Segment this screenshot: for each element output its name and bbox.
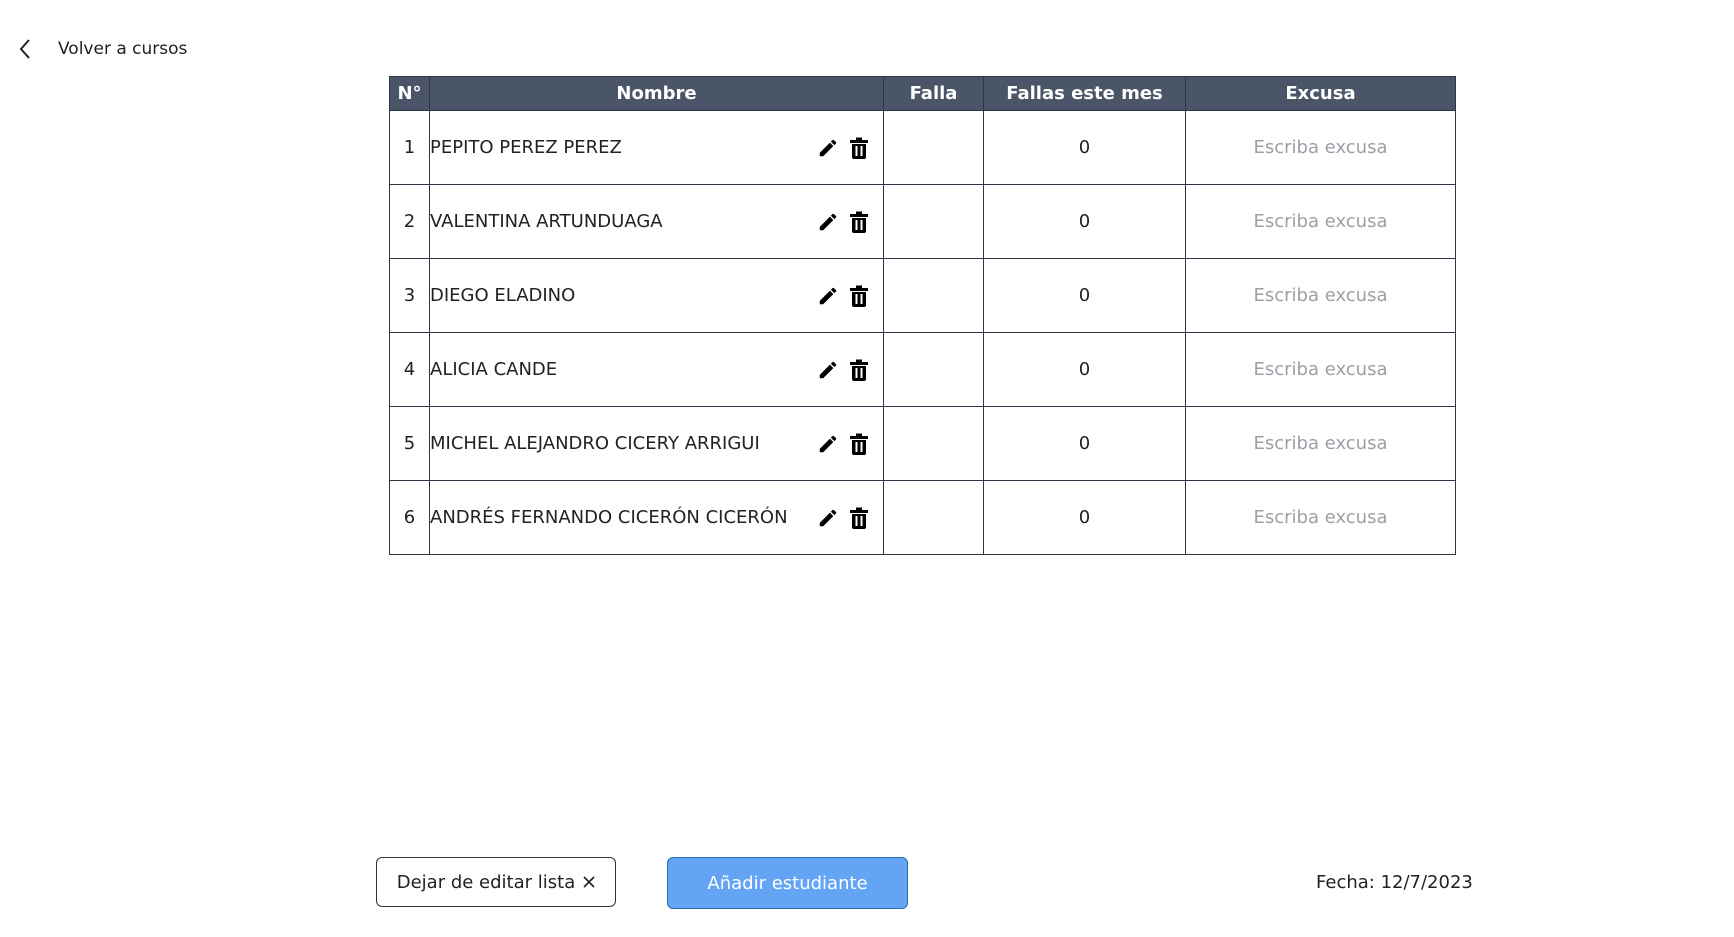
fallas-mes-value: 0: [983, 480, 1186, 555]
excuse-cell: [1185, 480, 1456, 555]
excuse-cell: [1185, 406, 1456, 481]
student-name: PEPITO PEREZ PEREZ: [430, 137, 622, 158]
table-row: 6 ANDRÉS FERNANDO CICERÓN CICERÓN 0: [389, 480, 1456, 555]
stop-editing-list-button[interactable]: Dejar de editar lista: [376, 857, 616, 907]
row-number: 3: [389, 258, 430, 333]
excuse-cell: [1185, 110, 1456, 185]
delete-trash-icon[interactable]: [847, 210, 871, 234]
delete-trash-icon[interactable]: [847, 506, 871, 530]
chevron-left-icon: [14, 38, 36, 60]
row-number: 6: [389, 480, 430, 555]
edit-pencil-icon[interactable]: [816, 210, 840, 234]
row-number: 5: [389, 406, 430, 481]
stop-editing-label: Dejar de editar lista: [396, 871, 576, 893]
edit-pencil-icon[interactable]: [816, 506, 840, 530]
table-row: 2 VALENTINA ARTUNDUAGA 0: [389, 184, 1456, 259]
table-row: 4 ALICIA CANDE 0: [389, 332, 1456, 407]
excuse-cell: [1185, 258, 1456, 333]
excuse-input[interactable]: [1208, 210, 1433, 233]
edit-pencil-icon[interactable]: [816, 136, 840, 160]
excuse-input[interactable]: [1208, 136, 1433, 159]
falla-cell[interactable]: [883, 258, 984, 333]
falla-cell[interactable]: [883, 480, 984, 555]
add-student-button[interactable]: Añadir estudiante: [667, 857, 908, 909]
excuse-input[interactable]: [1208, 432, 1433, 455]
table-row: 5 MICHEL ALEJANDRO CICERY ARRIGUI 0: [389, 406, 1456, 481]
student-name: MICHEL ALEJANDRO CICERY ARRIGUI: [430, 433, 760, 454]
excuse-cell: [1185, 332, 1456, 407]
falla-cell[interactable]: [883, 332, 984, 407]
table-header-row: N° Nombre Falla Fallas este mes Excusa: [389, 76, 1456, 111]
student-name: ANDRÉS FERNANDO CICERÓN CICERÓN: [430, 507, 788, 528]
fallas-mes-value: 0: [983, 110, 1186, 185]
student-name: DIEGO ELADINO: [430, 285, 576, 306]
header-number: N°: [389, 76, 430, 111]
student-name-cell: VALENTINA ARTUNDUAGA: [429, 184, 884, 259]
close-icon: [583, 872, 595, 893]
table-row: 3 DIEGO ELADINO 0: [389, 258, 1456, 333]
delete-trash-icon[interactable]: [847, 432, 871, 456]
header-excusa: Excusa: [1185, 76, 1456, 111]
edit-pencil-icon[interactable]: [816, 358, 840, 382]
excuse-input[interactable]: [1208, 358, 1433, 381]
header-falla: Falla: [883, 76, 984, 111]
fallas-mes-value: 0: [983, 332, 1186, 407]
edit-pencil-icon[interactable]: [816, 432, 840, 456]
row-number: 2: [389, 184, 430, 259]
attendance-table: N° Nombre Falla Fallas este mes Excusa 1…: [389, 76, 1456, 555]
falla-cell[interactable]: [883, 110, 984, 185]
student-name: ALICIA CANDE: [430, 359, 558, 380]
excuse-cell: [1185, 184, 1456, 259]
student-name-cell: ANDRÉS FERNANDO CICERÓN CICERÓN: [429, 480, 884, 555]
header-name: Nombre: [429, 76, 884, 111]
delete-trash-icon[interactable]: [847, 358, 871, 382]
row-number: 4: [389, 332, 430, 407]
student-name: VALENTINA ARTUNDUAGA: [430, 211, 663, 232]
fallas-mes-value: 0: [983, 184, 1186, 259]
fallas-mes-value: 0: [983, 258, 1186, 333]
falla-cell[interactable]: [883, 406, 984, 481]
header-fallas-mes: Fallas este mes: [983, 76, 1186, 111]
student-name-cell: ALICIA CANDE: [429, 332, 884, 407]
student-name-cell: PEPITO PEREZ PEREZ: [429, 110, 884, 185]
student-name-cell: MICHEL ALEJANDRO CICERY ARRIGUI: [429, 406, 884, 481]
back-link-label: Volver a cursos: [58, 39, 188, 59]
falla-cell[interactable]: [883, 184, 984, 259]
excuse-input[interactable]: [1208, 506, 1433, 529]
table-row: 1 PEPITO PEREZ PEREZ 0: [389, 110, 1456, 185]
delete-trash-icon[interactable]: [847, 136, 871, 160]
date-label: Fecha: 12/7/2023: [1316, 872, 1473, 893]
student-name-cell: DIEGO ELADINO: [429, 258, 884, 333]
excuse-input[interactable]: [1208, 284, 1433, 307]
fallas-mes-value: 0: [983, 406, 1186, 481]
row-number: 1: [389, 110, 430, 185]
edit-pencil-icon[interactable]: [816, 284, 840, 308]
back-to-courses-link[interactable]: Volver a cursos: [14, 34, 187, 64]
delete-trash-icon[interactable]: [847, 284, 871, 308]
